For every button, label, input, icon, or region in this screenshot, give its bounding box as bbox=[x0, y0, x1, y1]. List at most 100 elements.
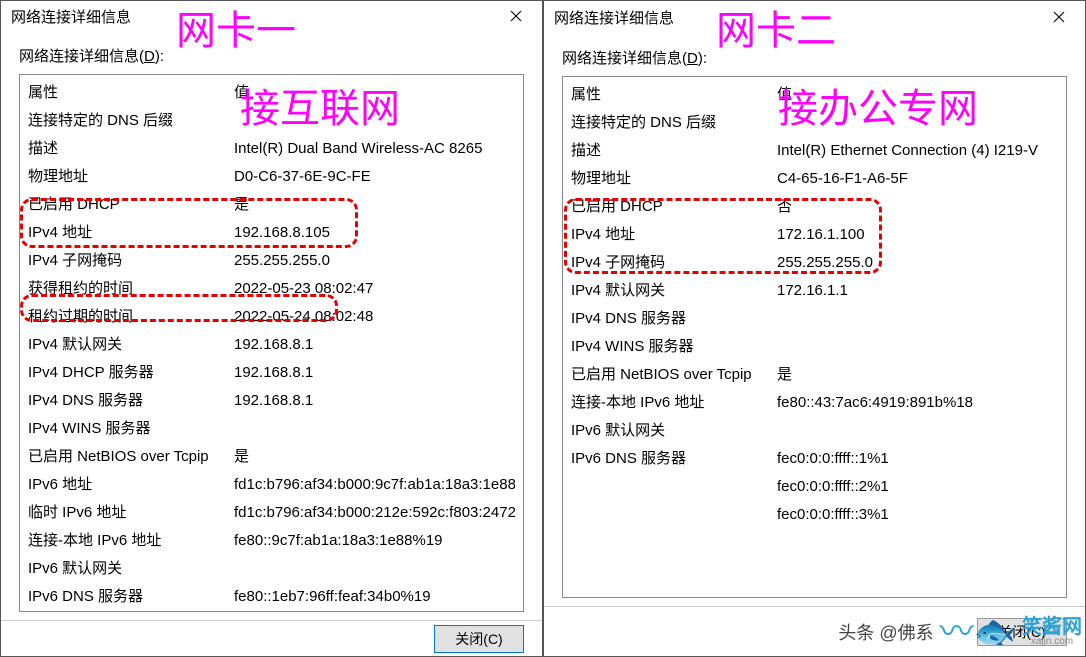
property-cell: 连接-本地 IPv6 地址 bbox=[571, 391, 777, 415]
property-cell: 获得租约的时间 bbox=[28, 277, 234, 301]
window-close-button[interactable] bbox=[1037, 2, 1081, 32]
property-cell: IPv4 子网掩码 bbox=[571, 251, 777, 275]
list-row[interactable]: 描述Intel(R) Ethernet Connection (4) I219-… bbox=[563, 137, 1066, 165]
list-row[interactable]: IPv4 地址172.16.1.100 bbox=[563, 221, 1066, 249]
property-cell: IPv6 DNS 服务器 bbox=[571, 447, 777, 471]
list-row[interactable]: IPv4 DNS 服务器192.168.8.1 bbox=[20, 387, 523, 415]
list-row[interactable]: 已启用 DHCP是 bbox=[20, 191, 523, 219]
list-row[interactable]: IPv6 默认网关 bbox=[563, 417, 1066, 445]
list-row[interactable]: IPv6 默认网关 bbox=[20, 555, 523, 583]
window-title: 网络连接详细信息 bbox=[554, 7, 674, 28]
dialog-network-details-1: 网络连接详细信息 网络连接详细信息(D): 属性 值 连接特定的 DNS 后缀描… bbox=[0, 0, 543, 657]
watermark-text: 头条 @佛系 bbox=[838, 619, 933, 645]
list-row[interactable]: IPv4 子网掩码255.255.255.0 bbox=[20, 247, 523, 275]
value-cell bbox=[777, 335, 1058, 359]
list-row[interactable]: 已启用 DHCP否 bbox=[563, 193, 1066, 221]
list-row[interactable]: IPv4 子网掩码255.255.255.0 bbox=[563, 249, 1066, 277]
value-cell: 255.255.255.0 bbox=[234, 249, 515, 273]
list-row[interactable]: 描述Intel(R) Dual Band Wireless-AC 8265 bbox=[20, 135, 523, 163]
property-cell: 已启用 DHCP bbox=[28, 193, 234, 217]
titlebar: 网络连接详细信息 bbox=[544, 1, 1085, 33]
value-cell: 192.168.8.1 bbox=[234, 389, 515, 413]
list-header-row: 属性 值 bbox=[20, 79, 523, 107]
value-cell: 192.168.8.1 bbox=[234, 333, 515, 357]
details-listbox[interactable]: 属性 值 连接特定的 DNS 后缀描述Intel(R) Dual Band Wi… bbox=[19, 74, 524, 612]
property-cell: 物理地址 bbox=[28, 165, 234, 189]
close-icon bbox=[510, 10, 522, 22]
list-row[interactable]: IPv6 地址fd1c:b796:af34:b000:9c7f:ab1a:18a… bbox=[20, 471, 523, 499]
value-cell: D0-C6-37-6E-9C-FE bbox=[234, 165, 515, 189]
property-cell: IPv4 DNS 服务器 bbox=[571, 307, 777, 331]
value-cell: 是 bbox=[777, 363, 1058, 387]
list-row[interactable]: 已启用 NetBIOS over Tcpip是 bbox=[20, 443, 523, 471]
property-cell: IPv4 地址 bbox=[571, 223, 777, 247]
value-cell: C4-65-16-F1-A6-5F bbox=[777, 167, 1058, 191]
value-cell: 是 bbox=[234, 445, 515, 469]
dialog-content: 网络连接详细信息(D): 属性 值 连接特定的 DNS 后缀描述Intel(R)… bbox=[1, 31, 542, 620]
column-header-property: 属性 bbox=[28, 81, 234, 105]
value-cell: 否 bbox=[777, 195, 1058, 219]
close-button[interactable]: 关闭(C) bbox=[434, 625, 524, 653]
list-row[interactable]: IPv6 DNS 服务器fec0:0:0:ffff::1%1 bbox=[563, 445, 1066, 473]
value-cell bbox=[234, 109, 515, 133]
property-cell: IPv6 地址 bbox=[28, 473, 234, 497]
window-close-button[interactable] bbox=[494, 1, 538, 31]
property-cell: 临时 IPv6 地址 bbox=[28, 501, 234, 525]
property-cell: 描述 bbox=[28, 137, 234, 161]
list-row[interactable]: fec0:0:0:ffff::3%1 bbox=[563, 501, 1066, 529]
list-row[interactable]: 连接特定的 DNS 后缀 bbox=[20, 107, 523, 135]
watermark-fish-icon: 〰🐟 bbox=[940, 615, 1016, 649]
value-cell: fec0:0:0:ffff::3%1 bbox=[777, 503, 1058, 527]
list-row[interactable]: 已启用 NetBIOS over Tcpip是 bbox=[563, 361, 1066, 389]
list-row[interactable]: IPv4 默认网关172.16.1.1 bbox=[563, 277, 1066, 305]
dialog-footer: 关闭(C) bbox=[1, 620, 542, 656]
list-row[interactable]: 物理地址D0-C6-37-6E-9C-FE bbox=[20, 163, 523, 191]
list-row[interactable]: 租约过期的时间2022-05-24 08:02:48 bbox=[20, 303, 523, 331]
list-row[interactable]: 临时 IPv6 地址fd1c:b796:af34:b000:212e:592c:… bbox=[20, 499, 523, 527]
list-row[interactable]: 连接-本地 IPv6 地址fe80::9c7f:ab1a:18a3:1e88%1… bbox=[20, 527, 523, 555]
value-cell: fe80::43:7ac6:4919:891b%18 bbox=[777, 391, 1058, 415]
list-row[interactable]: 连接特定的 DNS 后缀 bbox=[563, 109, 1066, 137]
list-row[interactable]: 连接-本地 IPv6 地址fe80::43:7ac6:4919:891b%18 bbox=[563, 389, 1066, 417]
property-cell: IPv4 默认网关 bbox=[571, 279, 777, 303]
value-cell bbox=[777, 419, 1058, 443]
list-row[interactable]: IPv6 DNS 服务器fe80::1eb7:96ff:feaf:34b0%19 bbox=[20, 583, 523, 611]
value-cell: fd1c:b796:af34:b000:212e:592c:f803:2472 bbox=[234, 501, 515, 525]
value-cell: Intel(R) Dual Band Wireless-AC 8265 bbox=[234, 137, 515, 161]
list-row[interactable]: IPv4 WINS 服务器 bbox=[563, 333, 1066, 361]
list-row[interactable]: IPv4 DHCP 服务器192.168.8.1 bbox=[20, 359, 523, 387]
property-cell: IPv4 WINS 服务器 bbox=[571, 335, 777, 359]
list-row[interactable]: IPv4 WINS 服务器 bbox=[20, 415, 523, 443]
close-icon bbox=[1053, 11, 1065, 23]
list-row[interactable]: IPv4 DNS 服务器 bbox=[563, 305, 1066, 333]
list-row[interactable]: 物理地址C4-65-16-F1-A6-5F bbox=[563, 165, 1066, 193]
value-cell: fe80::1eb7:96ff:feaf:34b0%19 bbox=[234, 585, 515, 609]
property-cell: 已启用 DHCP bbox=[571, 195, 777, 219]
property-cell: 已启用 NetBIOS over Tcpip bbox=[28, 445, 234, 469]
property-cell: IPv4 地址 bbox=[28, 221, 234, 245]
list-header-row: 属性 值 bbox=[563, 81, 1066, 109]
value-cell: 2022-05-23 08:02:47 bbox=[234, 277, 515, 301]
list-row[interactable]: IPv4 默认网关192.168.8.1 bbox=[20, 331, 523, 359]
window-title: 网络连接详细信息 bbox=[11, 6, 131, 27]
details-listbox[interactable]: 属性 值 连接特定的 DNS 后缀描述Intel(R) Ethernet Con… bbox=[562, 76, 1067, 598]
value-cell: fe80::9c7f:ab1a:18a3:1e88%19 bbox=[234, 529, 515, 553]
property-cell: 描述 bbox=[571, 139, 777, 163]
value-cell bbox=[777, 307, 1058, 331]
value-cell: fec0:0:0:ffff::2%1 bbox=[777, 475, 1058, 499]
column-header-value: 值 bbox=[777, 83, 1058, 107]
value-cell bbox=[777, 111, 1058, 135]
dialog-content: 网络连接详细信息(D): 属性 值 连接特定的 DNS 后缀描述Intel(R)… bbox=[544, 33, 1085, 606]
list-row[interactable]: IPv4 地址192.168.8.105 bbox=[20, 219, 523, 247]
property-cell: IPv6 DNS 服务器 bbox=[28, 585, 234, 609]
list-row[interactable]: fec0:0:0:ffff::2%1 bbox=[563, 473, 1066, 501]
titlebar: 网络连接详细信息 bbox=[1, 1, 542, 31]
property-cell: 连接特定的 DNS 后缀 bbox=[28, 109, 234, 133]
value-cell: fec0:0:0:ffff::1%1 bbox=[777, 447, 1058, 471]
property-cell: 连接-本地 IPv6 地址 bbox=[28, 529, 234, 553]
property-cell bbox=[571, 503, 777, 527]
property-cell: IPv6 默认网关 bbox=[28, 557, 234, 581]
property-cell: IPv4 DHCP 服务器 bbox=[28, 361, 234, 385]
value-cell: 172.16.1.100 bbox=[777, 223, 1058, 247]
list-row[interactable]: 获得租约的时间2022-05-23 08:02:47 bbox=[20, 275, 523, 303]
